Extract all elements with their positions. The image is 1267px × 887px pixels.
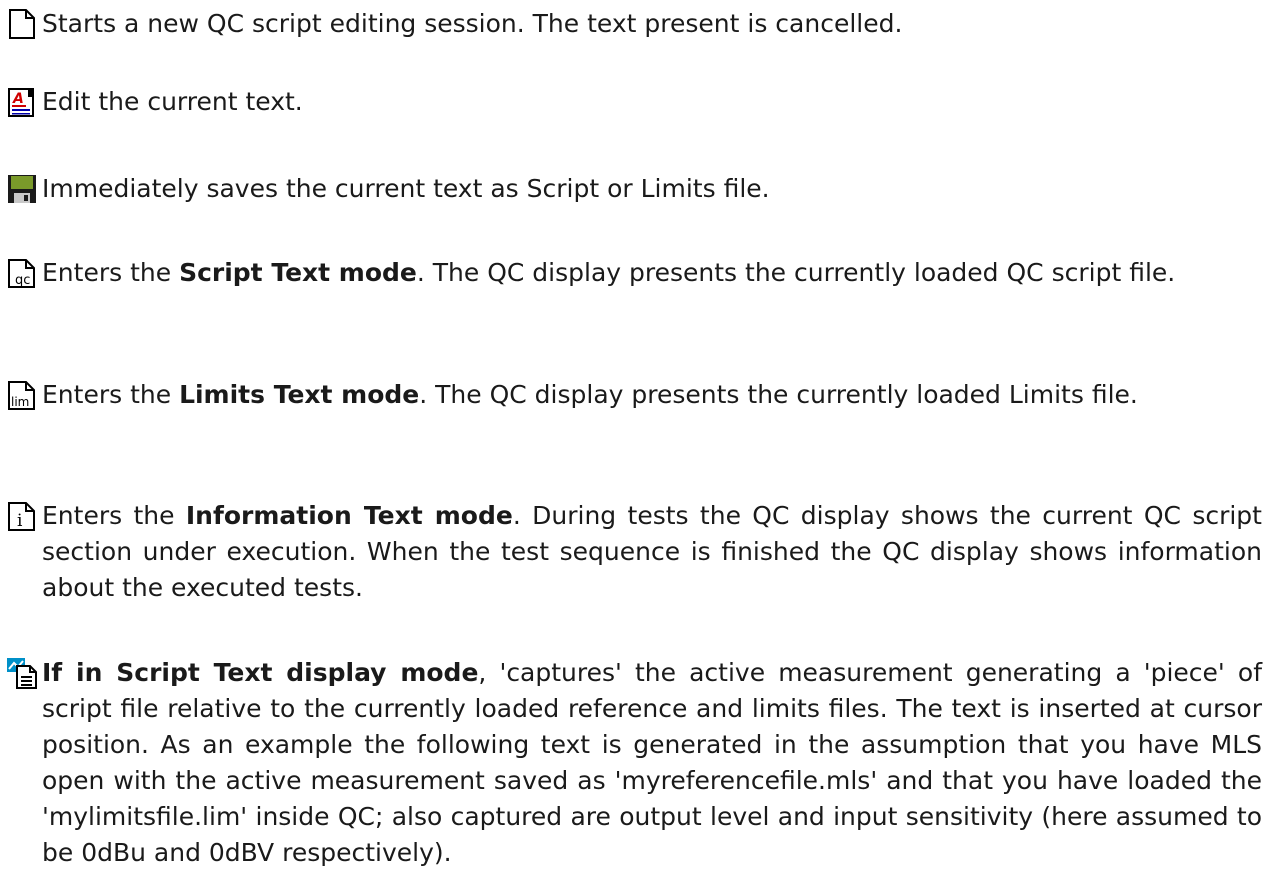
script-text-mode-icon[interactable]: qc [6,257,38,289]
svg-text:A: A [12,91,24,107]
information-text-mode-item: i Enters the Information Text mode. Duri… [0,498,1262,606]
save-description: Immediately saves the current text as Sc… [42,174,770,203]
edit-text-item: A Edit the current text. [0,84,1262,120]
new-session-item: Starts a new QC script editing session. … [0,6,1262,42]
new-document-icon[interactable] [6,8,38,40]
limits-text-mode-label: Limits Text mode [179,380,420,409]
capture-measurement-icon[interactable] [6,657,38,689]
svg-text:i: i [17,511,23,531]
svg-text:lim: lim [11,395,29,409]
information-text-mode-label: Information Text mode [185,501,513,530]
limits-text-mode-description: Enters the Limits Text mode. The QC disp… [42,380,1138,409]
capture-measurement-item: If in Script Text display mode, 'capture… [0,655,1262,871]
limits-text-mode-item: lim Enters the Limits Text mode. The QC … [0,377,1262,413]
edit-text-description: Edit the current text. [42,87,303,116]
save-disk-icon[interactable] [6,173,38,205]
script-text-mode-item: qc Enters the Script Text mode. The QC d… [0,255,1262,291]
capture-measurement-label: If in Script Text display mode [42,658,479,687]
edit-text-icon[interactable]: A [6,86,38,118]
information-text-mode-description: Enters the Information Text mode. During… [42,501,1262,602]
script-text-mode-label: Script Text mode [179,258,417,287]
script-text-mode-description: Enters the Script Text mode. The QC disp… [42,258,1176,287]
svg-text:qc: qc [15,273,30,288]
capture-measurement-description: If in Script Text display mode, 'capture… [42,658,1262,867]
information-text-mode-icon[interactable]: i [6,500,38,532]
limits-text-mode-icon[interactable]: lim [6,379,38,411]
save-item: Immediately saves the current text as Sc… [0,171,1262,207]
new-session-description: Starts a new QC script editing session. … [42,9,903,38]
